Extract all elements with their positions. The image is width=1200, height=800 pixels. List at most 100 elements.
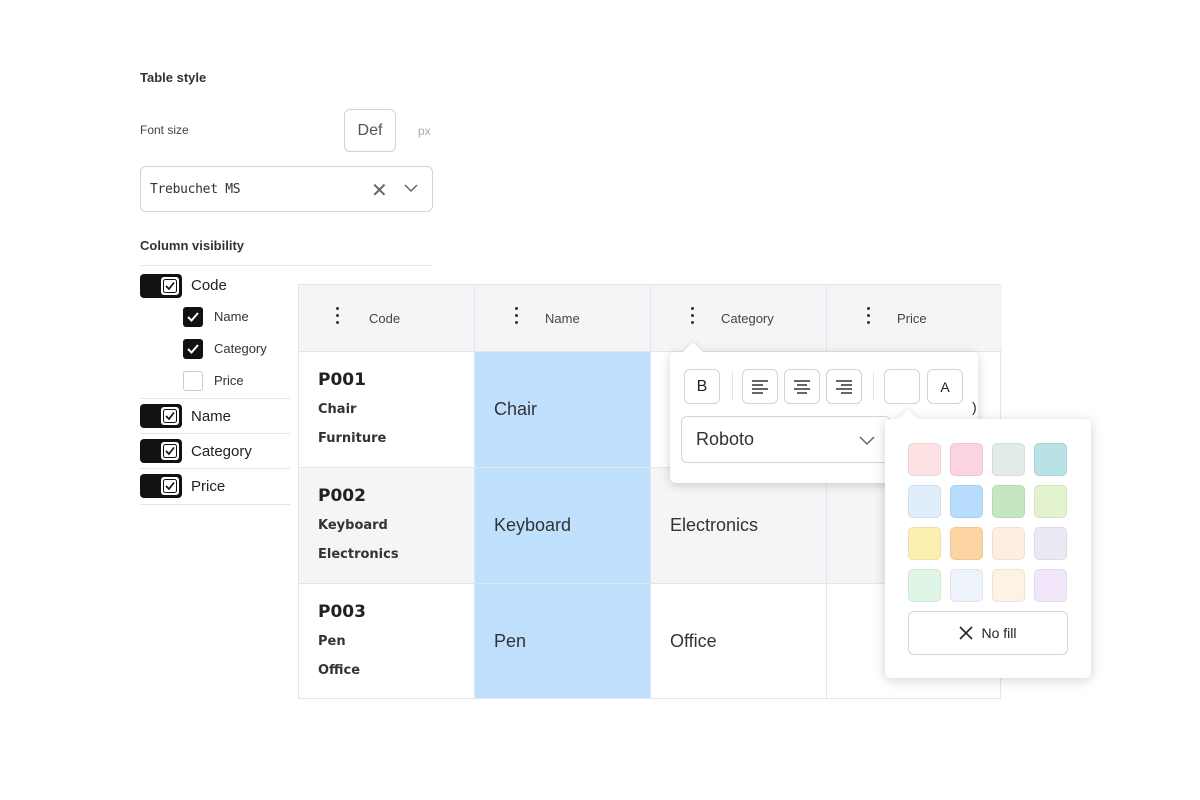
cell-code[interactable]: P002 Keyboard Electronics	[299, 468, 475, 584]
close-icon	[959, 626, 974, 640]
align-center-button[interactable]	[784, 369, 820, 404]
column-label-code: Code	[191, 277, 227, 294]
name-value: Pen	[494, 631, 527, 651]
fill-color-popup: No fill	[885, 419, 1091, 678]
toggle-price[interactable]	[140, 474, 182, 498]
color-swatch[interactable]	[950, 443, 983, 476]
color-swatch[interactable]	[950, 527, 983, 560]
color-swatch[interactable]	[992, 485, 1025, 518]
font-value: Roboto	[696, 429, 755, 449]
divider	[140, 398, 290, 399]
color-swatch[interactable]	[992, 527, 1025, 560]
header-label: Price	[897, 311, 927, 326]
divider	[140, 468, 290, 469]
toggle-code[interactable]	[140, 274, 182, 298]
cell-name[interactable]: Pen	[475, 584, 651, 698]
column-menu-icon[interactable]	[867, 307, 871, 328]
code-category: Office	[318, 663, 361, 678]
toggle-name[interactable]	[140, 404, 182, 428]
code-name: Pen	[318, 634, 346, 649]
font-family-select[interactable]: Trebuchet MS ✕	[140, 166, 433, 212]
divider	[140, 433, 290, 434]
clipped-text: )	[972, 399, 977, 415]
cell-code[interactable]: P003 Pen Office	[299, 584, 475, 698]
color-swatch[interactable]	[1034, 485, 1067, 518]
cell-code[interactable]: P001 Chair Furniture	[299, 352, 475, 468]
cell-name[interactable]: Chair	[475, 352, 651, 468]
checkbox-name[interactable]	[183, 307, 203, 327]
header-label: Category	[721, 311, 774, 326]
column-menu-icon[interactable]	[336, 307, 340, 328]
fill-color-button[interactable]	[884, 369, 920, 404]
category-value: Electronics	[670, 515, 759, 535]
align-left-button[interactable]	[742, 369, 778, 404]
header-label: Name	[545, 311, 580, 326]
font-size-input[interactable]: Def	[344, 109, 396, 152]
clear-icon[interactable]: ✕	[371, 178, 388, 203]
color-swatch[interactable]	[1034, 527, 1067, 560]
check-icon	[161, 442, 179, 460]
color-swatch[interactable]	[908, 485, 941, 518]
font-size-unit: px	[418, 124, 431, 138]
divider	[873, 372, 874, 400]
code-value: P001	[318, 370, 366, 390]
color-swatch[interactable]	[992, 443, 1025, 476]
header-price[interactable]: Price	[827, 285, 1002, 352]
cell-category[interactable]: Office	[651, 584, 827, 698]
check-icon	[161, 277, 179, 295]
color-swatch[interactable]	[950, 569, 983, 602]
no-fill-button[interactable]: No fill	[908, 611, 1068, 655]
divider	[140, 265, 433, 266]
font-select[interactable]: Roboto	[681, 416, 891, 463]
header-name[interactable]: Name	[475, 285, 651, 352]
column-menu-icon[interactable]	[691, 307, 695, 328]
column-label-name: Name	[191, 408, 232, 425]
color-swatch[interactable]	[908, 569, 941, 602]
color-swatch[interactable]	[1034, 569, 1067, 602]
sub-label-category: Category	[214, 341, 267, 356]
header-label: Code	[369, 311, 401, 326]
header-category[interactable]: Category	[651, 285, 827, 352]
check-icon	[161, 407, 179, 425]
check-icon	[161, 477, 179, 495]
column-menu-icon[interactable]	[515, 307, 519, 328]
column-visibility-label: Column visibility	[140, 238, 245, 253]
code-value: P003	[318, 602, 366, 622]
color-swatch[interactable]	[950, 485, 983, 518]
color-swatch[interactable]	[908, 527, 941, 560]
name-value: Chair	[494, 399, 538, 419]
column-label-price: Price	[191, 478, 226, 495]
color-swatch[interactable]	[992, 569, 1025, 602]
header-code[interactable]: Code	[299, 285, 475, 352]
toggle-category[interactable]	[140, 439, 182, 463]
align-right-icon	[836, 379, 852, 394]
category-value: Office	[670, 631, 717, 651]
bold-button[interactable]: B	[684, 369, 720, 404]
check-icon	[187, 344, 199, 354]
name-value: Keyboard	[494, 515, 572, 535]
code-name: Keyboard	[318, 518, 388, 533]
sub-label-name: Name	[214, 309, 249, 324]
code-name: Chair	[318, 402, 357, 417]
divider	[140, 504, 290, 505]
checkbox-category[interactable]	[183, 339, 203, 359]
sub-label-price: Price	[214, 373, 244, 388]
color-swatch[interactable]	[1034, 443, 1067, 476]
text-color-button[interactable]: A	[927, 369, 963, 404]
chevron-down-icon[interactable]	[858, 431, 876, 454]
align-right-button[interactable]	[826, 369, 862, 404]
font-size-label: Font size	[140, 123, 189, 137]
chevron-down-icon[interactable]	[403, 180, 419, 201]
align-center-icon	[794, 379, 810, 394]
font-family-value: Trebuchet MS	[150, 182, 241, 197]
cell-name[interactable]: Keyboard	[475, 468, 651, 584]
code-value: P002	[318, 486, 366, 506]
align-left-icon	[752, 379, 768, 394]
color-swatch[interactable]	[908, 443, 941, 476]
check-icon	[187, 312, 199, 322]
code-category: Electronics	[318, 547, 399, 562]
checkbox-price[interactable]	[183, 371, 203, 391]
code-category: Furniture	[318, 431, 387, 446]
cell-category[interactable]: Electronics	[651, 468, 827, 584]
table-style-title: Table style	[140, 70, 207, 85]
